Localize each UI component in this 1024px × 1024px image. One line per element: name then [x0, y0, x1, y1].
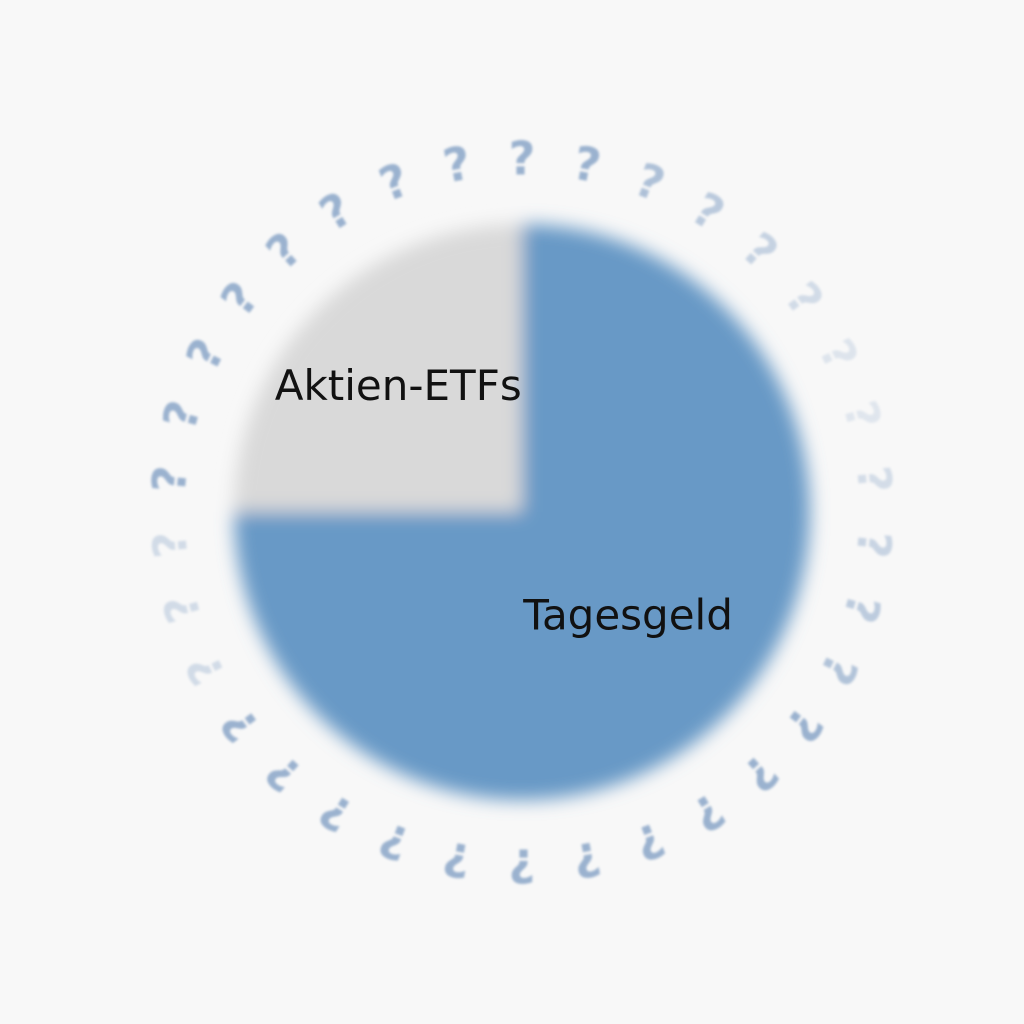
question-mark-icon: ? [846, 464, 902, 496]
question-mark-icon: ? [439, 830, 475, 888]
question-mark-icon: ? [808, 330, 868, 378]
question-mark-icon: ? [142, 529, 198, 561]
question-mark-icon: ? [509, 839, 536, 893]
pie-chart-svg: ?????????????????????????????????? Tages… [142, 132, 902, 893]
question-mark-icon: ? [142, 464, 198, 496]
question-mark-icon: ? [846, 529, 902, 561]
pie-slices [234, 224, 810, 800]
question-mark-icon: ? [310, 181, 361, 241]
slice-label-tagesgeld: Tagesgeld [522, 591, 733, 640]
question-mark-icon: ? [683, 181, 734, 241]
question-mark-icon: ? [152, 589, 211, 629]
question-mark-icon: ? [732, 744, 788, 802]
pie-chart: ?????????????????????????????????? Tages… [0, 0, 1024, 1024]
question-mark-icon: ? [372, 812, 416, 872]
question-mark-icon: ? [210, 698, 269, 752]
question-mark-icon: ? [175, 646, 235, 694]
question-mark-icon: ? [152, 395, 211, 435]
question-mark-icon: ? [569, 830, 605, 888]
question-mark-icon: ? [832, 589, 891, 629]
question-mark-icon: ? [732, 222, 788, 280]
question-mark-icon: ? [808, 646, 868, 694]
question-mark-icon: ? [775, 272, 834, 326]
question-mark-icon: ? [372, 152, 416, 212]
question-mark-icon: ? [775, 698, 834, 752]
question-mark-icon: ? [210, 272, 269, 326]
question-mark-icon: ? [256, 222, 312, 280]
question-mark-icon: ? [628, 152, 672, 212]
question-mark-icon: ? [175, 330, 235, 378]
question-mark-icon: ? [439, 136, 475, 194]
question-mark-icon: ? [683, 783, 734, 843]
question-mark-icon: ? [569, 136, 605, 194]
question-mark-icon: ? [509, 132, 536, 186]
question-mark-icon: ? [310, 783, 361, 843]
slice-label-aktien-etfs: Aktien-ETFs [275, 361, 522, 410]
question-mark-icon: ? [256, 744, 312, 802]
question-mark-icon: ? [628, 812, 672, 872]
question-mark-icon: ? [832, 395, 891, 435]
